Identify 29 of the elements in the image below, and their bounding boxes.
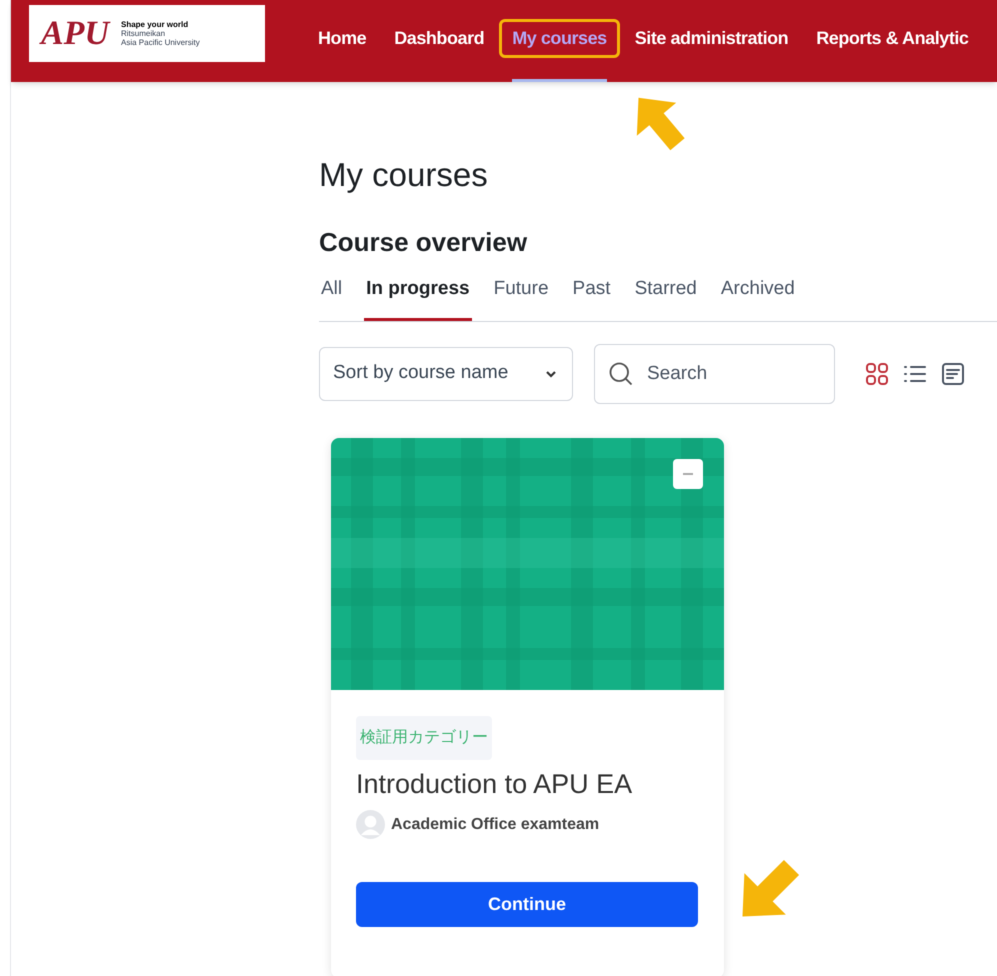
course-title: Introduction to APU EA xyxy=(356,768,634,800)
section-title: Course overview xyxy=(319,229,528,255)
page-title: My courses xyxy=(319,158,489,191)
nav-link[interactable]: Dashboard xyxy=(381,19,498,58)
sort-dropdown[interactable]: Sort by course name xyxy=(319,346,573,400)
tab[interactable]: Archived xyxy=(718,275,797,320)
grid-view-icon[interactable] xyxy=(865,362,889,386)
tab[interactable]: Starred xyxy=(632,275,699,320)
category-badge: 検証用カテゴリー xyxy=(356,716,492,760)
logo-mark: APU xyxy=(41,16,109,50)
avatar-icon xyxy=(356,810,385,839)
nav-link[interactable]: Home xyxy=(305,19,380,58)
logo[interactable]: APU Shape your world Ritsumeikan Asia Pacific University xyxy=(29,5,265,62)
summary-view-icon[interactable] xyxy=(941,362,965,386)
nav-link[interactable]: Reports & Analytic xyxy=(803,19,982,58)
nav-link[interactable]: Site administration xyxy=(622,19,802,58)
logo-tagline: Shape your world xyxy=(121,20,190,29)
tab[interactable]: Future xyxy=(492,275,551,320)
tab[interactable]: Past xyxy=(570,275,613,320)
course-menu-button[interactable] xyxy=(673,458,703,488)
search-icon xyxy=(607,360,635,388)
tab[interactable]: All xyxy=(319,275,344,320)
tab[interactable]: In progress xyxy=(364,275,472,320)
search-field[interactable]: Search xyxy=(594,344,835,404)
logo-text: Asia Pacific University xyxy=(121,38,200,47)
dash-icon xyxy=(683,472,693,474)
continue-button[interactable]: Continue xyxy=(356,882,698,927)
teacher-name: Academic Office examteam xyxy=(391,814,600,834)
logo-text: Ritsumeikan xyxy=(121,29,166,38)
